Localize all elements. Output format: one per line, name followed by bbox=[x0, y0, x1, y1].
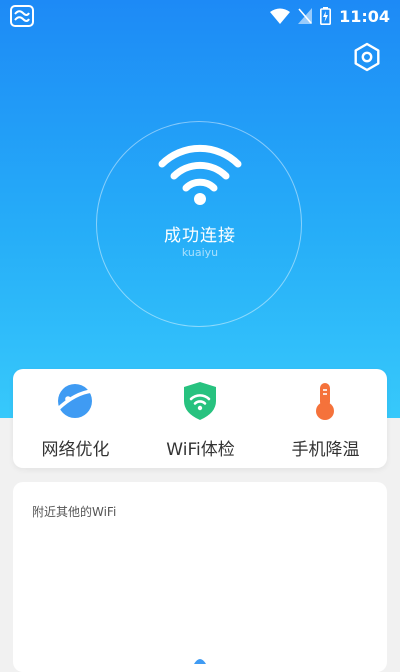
feature-label: 手机降温 bbox=[291, 440, 360, 460]
app-notification-icon bbox=[10, 5, 34, 27]
shield-wifi-icon bbox=[184, 382, 216, 420]
status-bar: 11:04 bbox=[0, 0, 400, 32]
settings-icon[interactable] bbox=[352, 42, 382, 72]
wifi-icon bbox=[158, 144, 242, 205]
feature-network-optimize[interactable]: 网络优化 bbox=[13, 369, 138, 468]
connected-ssid: kuaiyu bbox=[181, 246, 219, 259]
no-signal-icon bbox=[298, 8, 313, 24]
bottom-nav-icon[interactable] bbox=[193, 656, 207, 664]
feature-label: WiFi体检 bbox=[166, 440, 235, 460]
battery-charging-icon bbox=[320, 7, 332, 25]
thermometer-icon bbox=[316, 383, 334, 420]
connection-status: 成功连接 bbox=[164, 226, 236, 246]
wifi-icon bbox=[270, 8, 291, 24]
feature-phone-cooling[interactable]: 手机降温 bbox=[263, 369, 388, 468]
status-time: 11:04 bbox=[339, 6, 390, 26]
nearby-wifi-title: 附近其他的WiFi bbox=[32, 505, 117, 519]
nearby-wifi-panel: 附近其他的WiFi bbox=[13, 482, 387, 672]
feature-label: 网络优化 bbox=[41, 440, 110, 460]
feature-card: 网络优化 WiFi体检 手机降温 bbox=[13, 369, 387, 468]
feature-wifi-check[interactable]: WiFi体检 bbox=[138, 369, 263, 468]
planet-icon bbox=[56, 384, 94, 418]
